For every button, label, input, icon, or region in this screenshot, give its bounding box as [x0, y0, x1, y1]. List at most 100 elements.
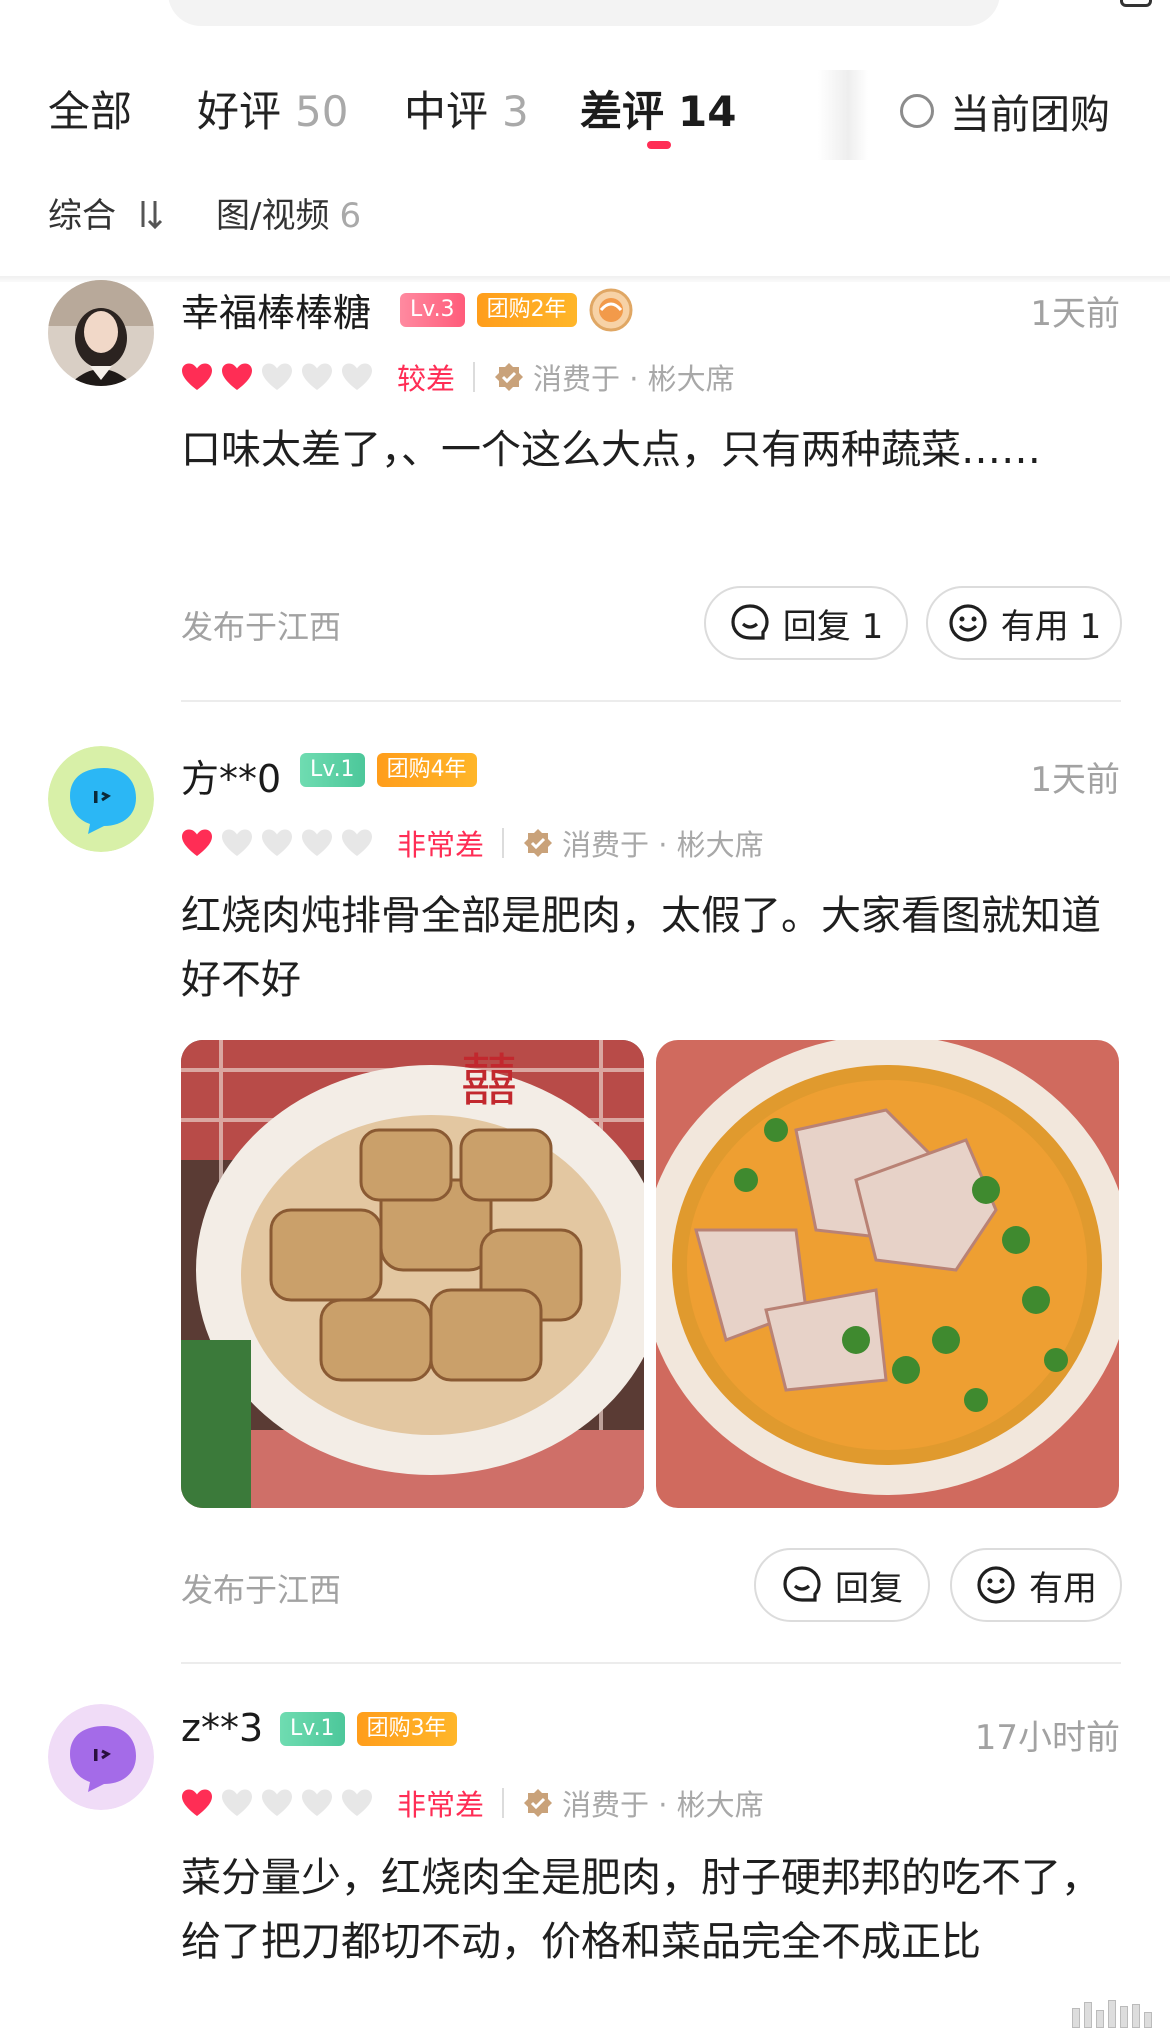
share-icon[interactable]: [1120, 0, 1152, 7]
comment-icon: [731, 604, 769, 640]
consumed-store[interactable]: 消费于 · 彬大席: [533, 356, 735, 398]
filter-divider: [0, 276, 1170, 282]
tab-label: 好评: [197, 87, 282, 136]
current-group-label: 当前团购: [950, 92, 1110, 138]
level-badge: Lv.1: [300, 753, 365, 787]
rating-label: 非常差: [397, 828, 485, 862]
tab-fade-divider: [818, 70, 868, 160]
subtab-label: 图/视频: [216, 196, 330, 236]
review-content: 红烧肉炖排骨全部是肥肉，太假了。大家看图就知道好不好: [181, 893, 1101, 1003]
review-username[interactable]: 方**0: [181, 748, 281, 803]
user-badges: Lv.3 团购2年: [400, 288, 633, 332]
rating-row: 较差 消费于 · 彬大席: [181, 356, 735, 398]
useful-button[interactable]: 有用 1: [926, 586, 1122, 660]
heart-filled-icon: [182, 363, 212, 390]
group-years-badge: 团购4年: [376, 753, 477, 787]
avatar-cartoon: [48, 746, 154, 852]
consumed-store[interactable]: 消费于 · 彬大席: [562, 1782, 764, 1824]
heart-empty-icon: [302, 1789, 332, 1816]
reply-label: 回复: [835, 1568, 903, 1609]
heart-empty-icon: [342, 1789, 372, 1816]
watermark-bars: [1072, 2000, 1152, 2028]
verified-badge-icon: [524, 1789, 553, 1817]
avatar[interactable]: [48, 746, 154, 852]
smile-icon: [977, 1566, 1015, 1604]
rating-label: 非常差: [397, 1788, 485, 1822]
medal-icon: [589, 288, 633, 332]
review-username[interactable]: 幸福棒棒糖: [181, 282, 371, 337]
subtab-sort[interactable]: 综合: [48, 188, 167, 237]
food-photo: 囍: [181, 1040, 644, 1508]
heart-empty-icon: [302, 363, 332, 390]
subtab-label: 综合: [48, 196, 116, 236]
rating-separator: [502, 828, 505, 858]
user-badges: Lv.1 团购3年: [280, 1712, 457, 1746]
group-years-badge: 团购2年: [476, 293, 577, 327]
rating-separator: [502, 1788, 505, 1818]
avatar[interactable]: [48, 1704, 154, 1810]
heart-empty-icon: [342, 363, 372, 390]
tab-neutral[interactable]: 中评 3: [404, 78, 529, 139]
useful-label: 有用: [1029, 1568, 1097, 1609]
review-username[interactable]: z**3: [181, 1706, 263, 1750]
avatar-cartoon: [48, 1704, 154, 1810]
food-photo: [656, 1040, 1119, 1508]
heart-empty-icon: [302, 829, 332, 856]
review-content: 口味太差了，、一个这么大点，只有两种蔬菜……: [181, 427, 1041, 473]
heart-empty-icon: [262, 1789, 292, 1816]
heart-filled-icon: [182, 829, 212, 856]
rating-row: 非常差 消费于 · 彬大席: [181, 1782, 764, 1824]
smile-icon: [949, 604, 987, 642]
review-time: 17小时前: [974, 1718, 1120, 1758]
heart-empty-icon: [342, 829, 372, 856]
heart-empty-icon: [222, 1789, 252, 1816]
rating-row: 非常差 消费于 · 彬大席: [181, 822, 764, 864]
avatar-photo: [48, 280, 154, 386]
reply-label: 回复 1: [782, 606, 884, 647]
review-photo-braised-pork[interactable]: 囍: [181, 1040, 644, 1508]
rating-separator: [473, 362, 476, 392]
tab-label: 中评: [404, 87, 489, 136]
heart-empty-icon: [262, 363, 292, 390]
radio-circle-icon: [900, 94, 934, 128]
published-location: 发布于江西: [181, 608, 342, 646]
consumed-store[interactable]: 消费于 · 彬大席: [562, 822, 764, 864]
useful-label: 有用 1: [1000, 606, 1102, 647]
reply-button[interactable]: 回复: [754, 1548, 930, 1622]
published-location: 发布于江西: [181, 1571, 342, 1609]
svg-text:囍: 囍: [461, 1049, 517, 1114]
tab-label: 全部: [48, 87, 133, 136]
tab-negative[interactable]: 差评 14: [580, 78, 736, 139]
heart-empty-icon: [222, 829, 252, 856]
verified-badge-icon: [495, 363, 524, 391]
review-photo-rib-soup[interactable]: [656, 1040, 1119, 1508]
tab-count: 3: [502, 87, 529, 136]
heart-filled-icon: [222, 363, 252, 390]
active-tab-indicator: [647, 141, 671, 149]
heart-empty-icon: [262, 829, 292, 856]
review-time: 1天前: [1030, 294, 1120, 334]
subtab-count: 6: [339, 196, 362, 236]
subtab-media[interactable]: 图/视频 6: [216, 188, 361, 237]
comment-icon: [783, 1566, 821, 1602]
level-badge: Lv.3: [400, 293, 465, 327]
avatar[interactable]: [48, 280, 154, 386]
rating-label: 较差: [397, 362, 456, 396]
verified-badge-icon: [524, 829, 553, 857]
search-bar[interactable]: [168, 0, 1000, 26]
tab-label: 差评: [580, 87, 665, 136]
tab-count: 14: [678, 87, 737, 136]
review-divider: [181, 700, 1121, 702]
user-badges: Lv.1 团购4年: [300, 753, 477, 787]
tab-count: 50: [295, 87, 349, 136]
group-years-badge: 团购3年: [356, 1712, 457, 1746]
review-content: 菜分量少，红烧肉全是肥肉，肘子硬邦邦的吃不了，给了把刀都切不动，价格和菜品完全不…: [181, 1855, 1101, 1965]
review-divider: [181, 1662, 1121, 1664]
level-badge: Lv.1: [280, 1712, 345, 1746]
reply-button[interactable]: 回复 1: [704, 586, 908, 660]
useful-button[interactable]: 有用: [950, 1548, 1122, 1622]
tab-positive[interactable]: 好评 50: [197, 78, 348, 139]
tab-all[interactable]: 全部: [48, 78, 132, 139]
review-time: 1天前: [1030, 760, 1120, 800]
current-group-toggle[interactable]: 当前团购: [900, 82, 1110, 140]
